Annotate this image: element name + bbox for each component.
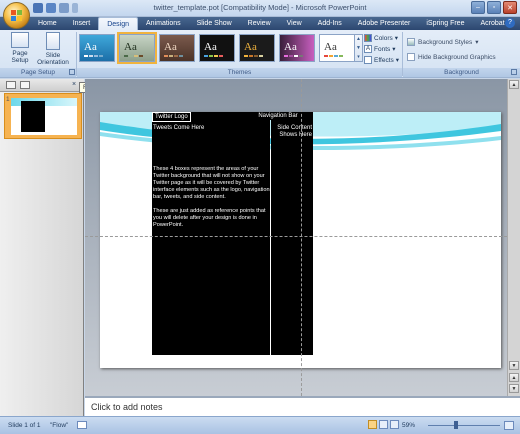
page-setup-label: Page Setup [11,50,29,64]
background-styles-button[interactable]: Background Styles ▾ [407,38,478,46]
view-buttons [368,420,399,429]
colors-label: Colors [374,34,393,42]
slide-number: 1 [6,96,10,103]
scroll-up-icon[interactable]: ▲ [509,80,519,89]
tab-add-ins[interactable]: Add-Ins [310,17,350,30]
themes-group-label: Themes [77,68,402,77]
twitter-logo-box: Twitter Logo [152,112,191,122]
page-setup-icon [11,32,29,48]
theme-fonts-button[interactable]: A Fonts ▾ [364,45,396,53]
fonts-icon: A [364,45,372,53]
fit-to-window-icon[interactable] [504,421,514,430]
page-setup-dialog-launcher-icon[interactable] [69,69,75,75]
slide-orientation-label: Slide Orientation [37,52,69,66]
theme-glyph: Aa [164,41,177,53]
office-button[interactable] [3,2,30,29]
theme-thumb-dark[interactable]: Aa [199,34,235,62]
zoom-slider[interactable] [428,425,500,426]
tab-home[interactable]: Home [30,17,65,30]
theme-thumb-office[interactable]: Aa [79,34,115,62]
ribbon-tabs: Home Insert Design Animations Slide Show… [30,17,513,30]
panel-tabs: × [0,79,84,92]
outline-tab-icon[interactable] [20,81,30,89]
page-setup-button[interactable]: Page Setup [5,32,35,64]
theme-thumb-light[interactable]: Aa [319,34,355,62]
theme-colors-button[interactable]: Colors ▾ [364,34,398,42]
theme-glyph: Aa [244,41,257,53]
close-button[interactable]: ✕ [503,1,517,14]
background-styles-label: Background Styles [418,38,473,46]
theme-glyph: Aa [324,41,337,53]
theme-thumb-brown[interactable]: Aa [159,34,195,62]
tweets-heading: Tweets Come Here [153,125,205,131]
effects-icon [364,56,372,64]
office-logo-icon [11,10,23,22]
thumbnail-black-box [21,101,45,132]
vertical-scrollbar[interactable]: ▲ ▼ ▲ ▼ [507,79,520,396]
theme-glyph: Aa [204,41,217,53]
instructions-paragraph: These are just added as reference points… [153,208,266,228]
background-styles-icon [407,38,415,46]
hide-background-graphics-checkbox[interactable]: Hide Background Graphics [407,53,496,61]
zoom-slider-thumb[interactable] [454,421,458,429]
theme-thumb-purple[interactable]: Aa [279,34,315,62]
previous-slide-icon[interactable]: ▲ [509,373,519,382]
ribbon: Page Setup Slide Orientation Page Setup … [0,30,520,78]
scroll-down-icon[interactable]: ▼ [509,361,519,370]
theme-glyph: Aa [284,41,297,53]
tab-animations[interactable]: Animations [138,17,189,30]
tab-insert[interactable]: Insert [65,17,99,30]
slide-orientation-icon [46,32,60,50]
effects-label: Effects [374,56,394,64]
spell-check-icon[interactable] [77,421,87,429]
tab-adobe-presenter[interactable]: Adobe Presenter [350,17,419,30]
slide-position: Slide 1 of 1 [8,422,41,429]
hide-background-graphics-label: Hide Background Graphics [418,53,496,61]
colors-icon [364,34,372,42]
zoom-level[interactable]: 59% [402,422,415,429]
checkbox-box [407,53,415,61]
next-slide-icon[interactable]: ▼ [509,384,519,393]
theme-name: "Flow" [50,422,69,429]
vertical-guide[interactable] [301,79,302,396]
background-dialog-launcher-icon[interactable] [511,69,517,75]
instructions-text: These 4 boxes represent the areas of you… [153,166,270,229]
theme-glyph: Aa [124,41,137,53]
window-title: twitter_template.pot [Compatibility Mode… [153,3,367,12]
side-content-heading: Side Content Shows Here [277,125,312,138]
slide-show-view-icon[interactable] [390,420,399,429]
help-icon[interactable]: ? [505,18,515,28]
tab-slide-show[interactable]: Slide Show [189,17,240,30]
navigation-bar-box: Navigation Bar [243,112,313,120]
background-group-label: Background [403,68,520,77]
slide-sorter-view-icon[interactable] [379,420,388,429]
tab-ispring-free[interactable]: iSpring Free [418,17,472,30]
maximize-button[interactable]: ▫ [487,1,501,14]
slide-orientation-button[interactable]: Slide Orientation [35,32,71,66]
theme-thumb-gold[interactable]: Aa [239,34,275,62]
title-bar: twitter_template.pot [Compatibility Mode… [0,0,520,17]
instructions-paragraph: These 4 boxes represent the areas of you… [153,166,270,200]
minimize-button[interactable]: – [471,1,485,14]
horizontal-guide[interactable] [85,236,507,237]
theme-glyph: Aa [84,41,97,53]
theme-gallery: Aa Aa Aa Aa Aa Aa Aa [79,32,355,64]
theme-gallery-scroll[interactable]: ▲ ▼ ▾ [354,34,363,62]
status-bar: Slide 1 of 1 "Flow" 59% [0,416,520,434]
notes-placeholder: Click to add notes [91,402,163,412]
theme-effects-button[interactable]: Effects ▾ [364,56,399,64]
page-setup-group-label: Page Setup [0,68,76,77]
normal-view-icon[interactable] [368,420,377,429]
slide-thumbnail[interactable] [4,93,82,139]
notes-pane[interactable]: Click to add notes [85,396,520,416]
slides-tab-icon[interactable] [6,81,16,89]
tab-view[interactable]: View [279,17,310,30]
side-content-box [271,112,313,355]
fonts-label: Fonts [374,45,391,53]
tweets-box [152,112,270,355]
tab-review[interactable]: Review [240,17,279,30]
theme-thumb-flow[interactable]: Aa [117,32,157,64]
tab-design[interactable]: Design [98,17,138,30]
